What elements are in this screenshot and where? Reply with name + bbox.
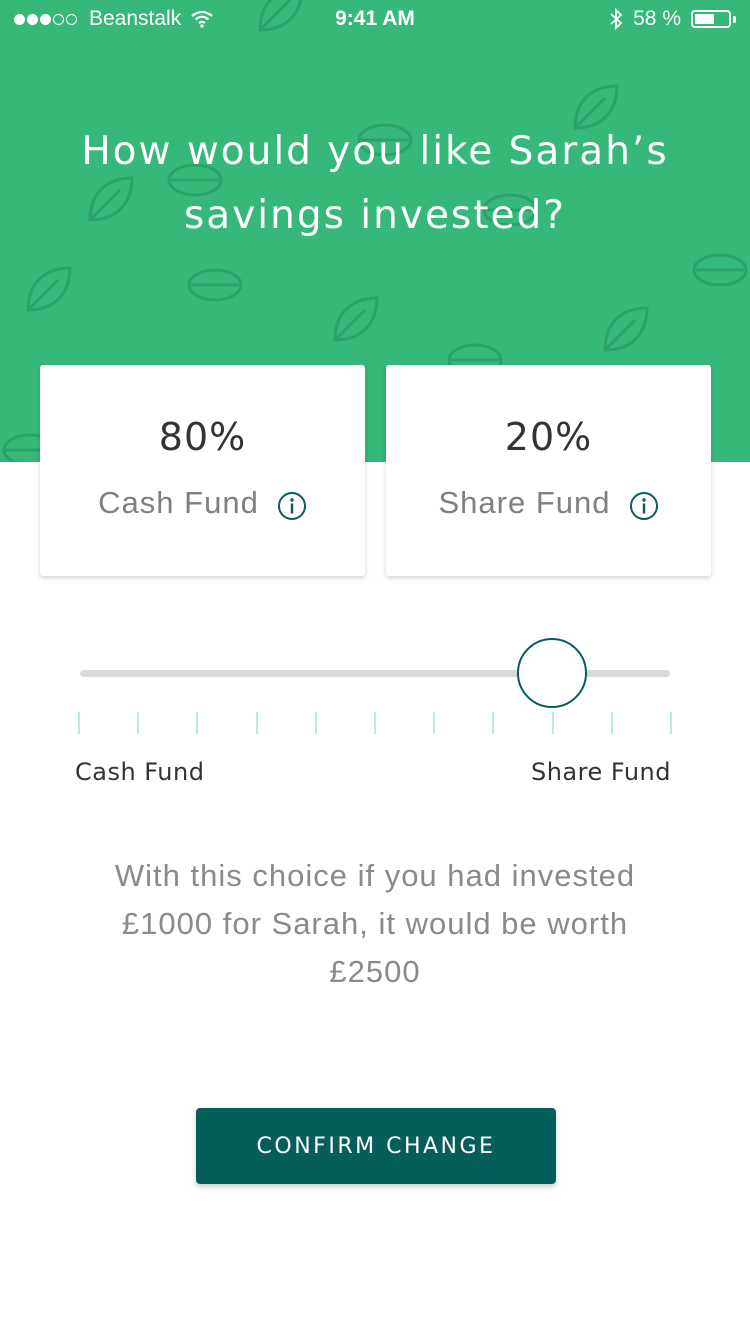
slider-thumb[interactable] (517, 638, 587, 708)
slider-tick (255, 712, 258, 734)
cash-fund-label: Cash Fund (98, 485, 259, 520)
battery-percentage: 58 % (633, 7, 681, 30)
slider-tick (433, 712, 436, 734)
leaf-icon (692, 253, 748, 287)
cash-fund-percentage: 80% (158, 415, 247, 459)
share-fund-label-row: Share Fund (386, 485, 711, 521)
status-bar-right: 58 % (609, 7, 736, 31)
projection-text: With this choice if you had invested £10… (114, 858, 636, 989)
slider-ticks (78, 712, 672, 736)
info-icon[interactable] (629, 491, 659, 521)
slider-tick (314, 712, 317, 734)
battery-icon (691, 10, 731, 28)
share-fund-percentage: 20% (504, 415, 593, 459)
share-fund-card: 20% Share Fund (386, 365, 711, 576)
slider-min-label: Cash Fund (75, 758, 205, 786)
confirm-change-button[interactable]: CONFIRM CHANGE (196, 1108, 556, 1184)
cash-fund-card: 80% Cash Fund (40, 365, 365, 576)
slider-tick (610, 712, 613, 734)
slider-tick (551, 712, 554, 734)
leaf-icon (187, 268, 243, 302)
battery-nub (733, 15, 736, 23)
info-icon[interactable] (277, 491, 307, 521)
leaf-icon (26, 266, 72, 312)
fund-allocation-slider[interactable] (80, 638, 670, 710)
slider-max-label: Share Fund (530, 758, 671, 786)
slider-tick (492, 712, 495, 734)
battery-level-fill (695, 14, 714, 24)
slider-tick (670, 712, 672, 734)
leaf-icon (333, 296, 379, 342)
slider-tick (78, 712, 80, 734)
status-bar: Beanstalk 9:41 AM 58 % (0, 0, 750, 40)
bluetooth-icon (610, 8, 623, 30)
page-title: How would you like Sarah’s savings inves… (81, 129, 669, 238)
share-fund-label: Share Fund (438, 485, 611, 520)
slider-tick (137, 712, 140, 734)
leaf-icon (603, 306, 649, 352)
slider-tick (196, 712, 199, 734)
cash-fund-label-row: Cash Fund (40, 485, 365, 521)
slider-tick (374, 712, 376, 734)
